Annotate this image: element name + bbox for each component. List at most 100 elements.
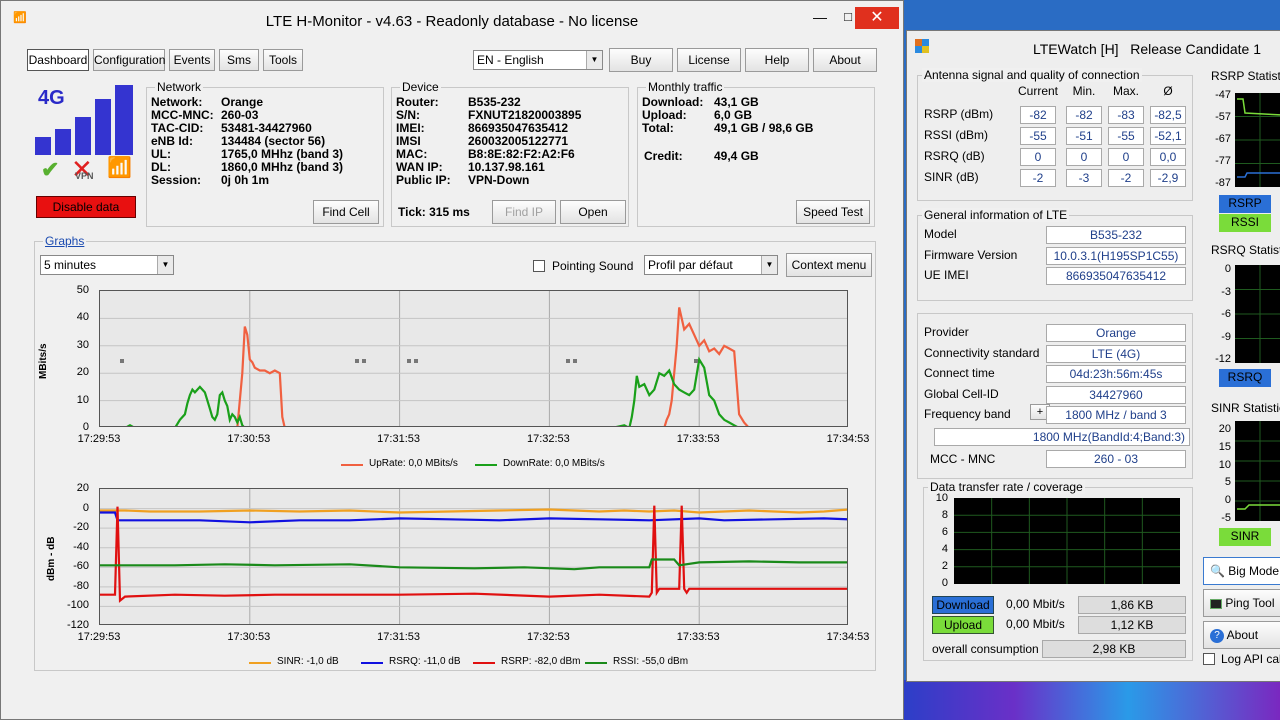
ping-tool-button[interactable]: Ping Tool xyxy=(1203,589,1280,617)
profile-select[interactable]: Profil par défaut ▼ xyxy=(644,255,778,275)
download-total: 1,86 KB xyxy=(1078,596,1186,614)
lte-info-value: 04d:23h:56m:45s xyxy=(1046,365,1186,383)
y-tick-label: -40 xyxy=(73,540,89,553)
log-api-checkbox[interactable] xyxy=(1203,653,1215,665)
period-value: 5 minutes xyxy=(44,258,97,272)
lte-info-value: Orange xyxy=(1046,324,1186,342)
signal-status-panel: 4G ✔ ✕ VPN 📶 xyxy=(33,85,137,187)
disable-data-button[interactable]: Disable data xyxy=(36,196,136,218)
minimize-button[interactable]: — xyxy=(807,9,833,29)
rsrp-tick: -87 xyxy=(1215,177,1231,189)
about-button[interactable]: About xyxy=(813,48,877,72)
overall-label: overall consumption xyxy=(932,642,1039,656)
antenna-header: Max. xyxy=(1112,84,1139,98)
wifi-icon: 📶 xyxy=(107,157,132,179)
close-button[interactable]: ✕ xyxy=(855,7,899,29)
ping-tool-label: Ping Tool xyxy=(1225,596,1275,610)
speed-test-button[interactable]: Speed Test xyxy=(796,200,870,224)
traffic-group: Monthly traffic Credit: 49,4 GB Speed Te… xyxy=(637,80,875,227)
y-tick-label: -120 xyxy=(66,619,89,631)
info-value: 0j 0h 1m xyxy=(221,173,270,187)
tab-sms[interactable]: Sms xyxy=(219,49,259,71)
legend-swatch xyxy=(341,464,363,466)
rate-ylabel: MBits/s xyxy=(38,343,49,379)
y-tick-label: 50 xyxy=(76,284,89,296)
transfer-tick: 10 xyxy=(935,492,948,504)
rsrq-stats-chart xyxy=(1235,265,1280,363)
rate-chart xyxy=(99,290,848,427)
buy-button[interactable]: Buy xyxy=(609,48,673,72)
magnifier-icon: 🔍 xyxy=(1210,564,1225,578)
chevron-down-icon: ▼ xyxy=(761,256,777,274)
antenna-value: 0 xyxy=(1020,148,1056,166)
network-group: Network Find Cell Network: Orange MCC-MNC:… xyxy=(146,80,384,227)
help-button[interactable]: Help xyxy=(745,48,809,72)
license-button[interactable]: License xyxy=(677,48,741,72)
legend-label: RSSI: -55,0 dBm xyxy=(613,656,689,667)
gap-marker xyxy=(407,359,411,363)
general-title: General information of LTE xyxy=(922,208,1070,222)
info-label: Public IP: xyxy=(396,173,451,187)
antenna-value: -82 xyxy=(1020,106,1056,124)
series-line-1 xyxy=(100,511,847,524)
transfer-tick: 2 xyxy=(941,560,948,572)
tab-configuration[interactable]: Configuration xyxy=(93,49,165,71)
about-label: About xyxy=(1226,628,1259,642)
antenna-group: Antenna signal and quality of connection… xyxy=(917,68,1193,201)
x-tick-label: 17:30:53 xyxy=(227,433,271,445)
lte-info-value: 34427960 xyxy=(1046,385,1186,404)
ltewatch-title: LTEWatch [H] Release Candidate 1 xyxy=(1033,41,1261,57)
pointing-sound-checkbox[interactable] xyxy=(533,260,545,272)
big-mode-button[interactable]: 🔍 Big Mode xyxy=(1203,557,1280,585)
find-ip-button[interactable]: Find IP xyxy=(492,200,556,224)
antenna-title: Antenna signal and quality of connection xyxy=(922,68,1142,82)
context-menu-button[interactable]: Context menu xyxy=(786,253,872,277)
x-tick-label: 17:33:53 xyxy=(676,433,720,445)
upload-rate: 0,00 Mbit/s xyxy=(1000,616,1076,634)
antenna-value: -2,9 xyxy=(1150,169,1186,187)
open-button[interactable]: Open xyxy=(560,200,626,224)
rsrp-tick: -77 xyxy=(1215,155,1231,167)
ltewatch-about-button[interactable]: ? About xyxy=(1203,621,1280,649)
legend-swatch xyxy=(473,662,495,664)
info-label: Total: xyxy=(642,121,674,135)
tab-tools[interactable]: Tools xyxy=(263,49,303,71)
lte-info-value: LTE (4G) xyxy=(1046,344,1186,363)
y-tick-label: -100 xyxy=(66,599,89,612)
tab-dashboard[interactable]: Dashboard xyxy=(27,49,89,71)
legend-swatch xyxy=(249,662,271,664)
lte-info-value: 10.0.3.1(H195SP1C55) xyxy=(1046,246,1186,265)
stat-line xyxy=(1237,172,1280,178)
lte-info-label: Global Cell-ID xyxy=(924,386,999,401)
antenna-row-label: RSSI (dBm) xyxy=(924,128,989,142)
rsrq-tick: -3 xyxy=(1221,285,1231,298)
tab-events[interactable]: Events xyxy=(169,49,215,71)
sinr-tick: 20 xyxy=(1218,423,1231,435)
signal-chart xyxy=(99,488,848,625)
find-cell-button[interactable]: Find Cell xyxy=(313,200,379,224)
vpn-label: VPN xyxy=(75,171,94,181)
rsrp-tag: RSRP xyxy=(1219,195,1271,213)
tick-label: Tick: 315 ms xyxy=(398,205,470,219)
language-select[interactable]: EN - English ▼ xyxy=(473,50,603,70)
x-tick-label: 17:32:53 xyxy=(526,631,570,643)
lte-info-label: Provider xyxy=(924,325,969,339)
y-tick-label: -20 xyxy=(73,521,89,534)
antenna-row-label: SINR (dB) xyxy=(924,170,979,184)
gap-marker xyxy=(362,359,366,363)
gap-marker xyxy=(355,359,359,363)
lte-info-label: Frequency band xyxy=(924,407,1011,421)
vpn-off-icon: ✕ VPN xyxy=(71,154,94,184)
log-api-label: Log API calls xyxy=(1221,652,1280,666)
gap-marker xyxy=(120,359,124,363)
lte-info-label: Connectivity standard xyxy=(924,345,1040,360)
graphs-title[interactable]: Graphs xyxy=(43,234,87,248)
antenna-value: -3 xyxy=(1066,169,1102,187)
antenna-value: -82 xyxy=(1066,106,1102,124)
legend-swatch xyxy=(475,464,497,466)
y-tick-label: 10 xyxy=(76,393,89,406)
antenna-value: 0 xyxy=(1066,148,1102,166)
lte-info-label: Connect time xyxy=(924,366,995,380)
chevron-down-icon: ▼ xyxy=(157,256,173,274)
period-select[interactable]: 5 minutes ▼ xyxy=(40,255,174,275)
